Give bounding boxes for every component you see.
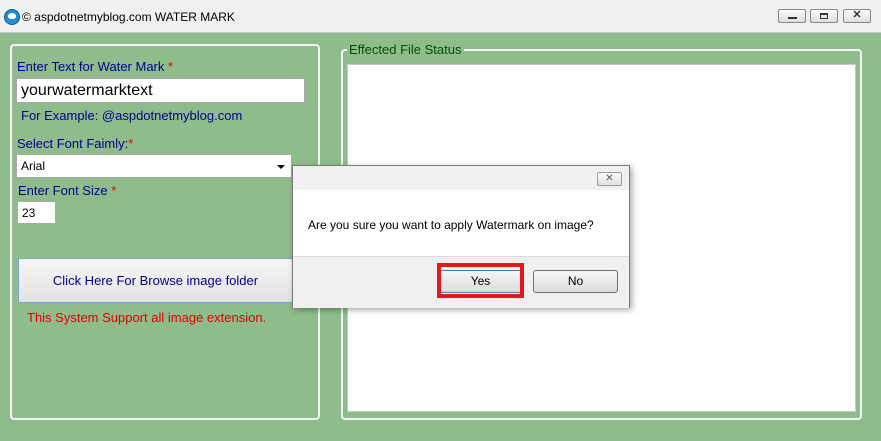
app-icon — [4, 9, 20, 25]
no-button[interactable]: No — [533, 270, 618, 293]
watermark-text-label-text: Enter Text for Water Mark — [17, 59, 165, 74]
example-hint: For Example: @aspdotnetmyblog.com — [21, 108, 243, 123]
close-button[interactable]: ✕ — [843, 9, 871, 23]
maximize-button[interactable] — [810, 9, 838, 23]
file-status-title: Effected File Status — [347, 42, 464, 57]
watermark-text-label: Enter Text for Water Mark * — [17, 59, 173, 74]
dialog-close-button[interactable]: ✕ — [597, 172, 622, 186]
chevron-down-icon — [277, 165, 285, 169]
browse-folder-button[interactable]: Click Here For Browse image folder — [18, 258, 293, 303]
font-family-label: Select Font Faimly:* — [17, 136, 133, 151]
font-size-label-text: Enter Font Size — [18, 183, 108, 198]
minimize-button[interactable] — [778, 9, 806, 23]
close-icon: ✕ — [605, 173, 614, 184]
dialog-title-bar: ✕ — [293, 166, 629, 190]
minimize-icon — [788, 17, 797, 19]
required-asterisk: * — [168, 59, 174, 74]
dialog-message: Are you sure you want to apply Watermark… — [308, 218, 594, 232]
font-size-input[interactable]: 23 — [17, 201, 56, 224]
font-family-select[interactable]: Arial — [16, 154, 292, 178]
required-asterisk: * — [111, 183, 117, 198]
font-family-label-text: Select Font Faimly: — [17, 136, 129, 151]
window-title: © aspdotnetmyblog.com WATER MARK — [22, 10, 235, 24]
maximize-icon — [820, 13, 828, 19]
title-bar: © aspdotnetmyblog.com WATER MARK ✕ — [0, 0, 881, 33]
font-family-value: Arial — [21, 159, 46, 173]
close-icon: ✕ — [852, 9, 862, 21]
support-note: This System Support all image extension. — [27, 310, 267, 325]
highlight-box — [437, 263, 524, 298]
watermark-text-input[interactable]: yourwatermarktext — [16, 78, 305, 103]
font-size-label: Enter Font Size * — [18, 183, 116, 198]
required-asterisk: * — [128, 136, 134, 151]
